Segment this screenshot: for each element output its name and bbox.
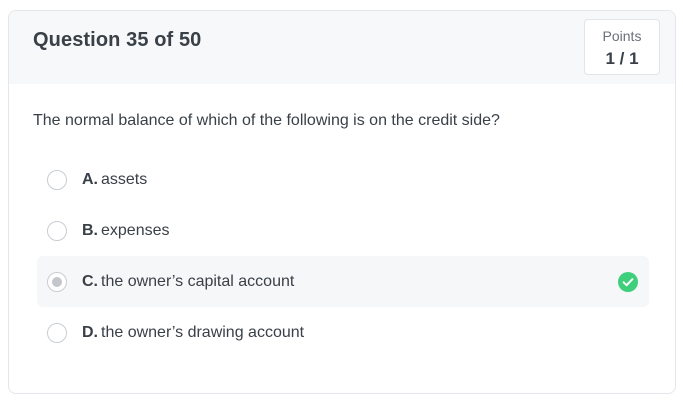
answer-option-a[interactable]: A. assets — [37, 154, 649, 205]
radio-button[interactable] — [47, 322, 67, 343]
check-circle-icon — [618, 271, 638, 292]
question-card: Question 35 of 50 Points 1 / 1 The norma… — [8, 10, 676, 394]
option-text: expenses — [101, 221, 170, 239]
radio-button-selected[interactable] — [47, 271, 67, 292]
radio-dot — [52, 276, 62, 287]
option-text: the owner’s drawing account — [101, 323, 305, 341]
option-letter: D. — [82, 323, 98, 341]
option-letter: C. — [82, 272, 98, 290]
question-number-title: Question 35 of 50 — [33, 29, 202, 51]
points-label: Points — [602, 28, 642, 44]
radio-button[interactable] — [47, 169, 67, 190]
option-letter: B. — [82, 221, 98, 239]
answer-option-b[interactable]: B. expenses — [37, 205, 649, 256]
points-badge: Points 1 / 1 — [584, 19, 660, 75]
answer-option-d[interactable]: D. the owner’s drawing account — [37, 307, 649, 358]
radio-button[interactable] — [47, 220, 67, 241]
option-letter: A. — [82, 170, 98, 188]
points-value: 1 / 1 — [605, 49, 639, 68]
question-text: The normal balance of which of the follo… — [33, 112, 500, 129]
question-header: Question 35 of 50 Points 1 / 1 — [9, 11, 675, 84]
option-text: assets — [101, 170, 148, 188]
option-text: the owner’s capital account — [101, 272, 295, 290]
answer-options-list: A. assets B. expenses C. the owner’s cap… — [37, 154, 649, 358]
answer-option-c[interactable]: C. the owner’s capital account — [37, 256, 649, 307]
